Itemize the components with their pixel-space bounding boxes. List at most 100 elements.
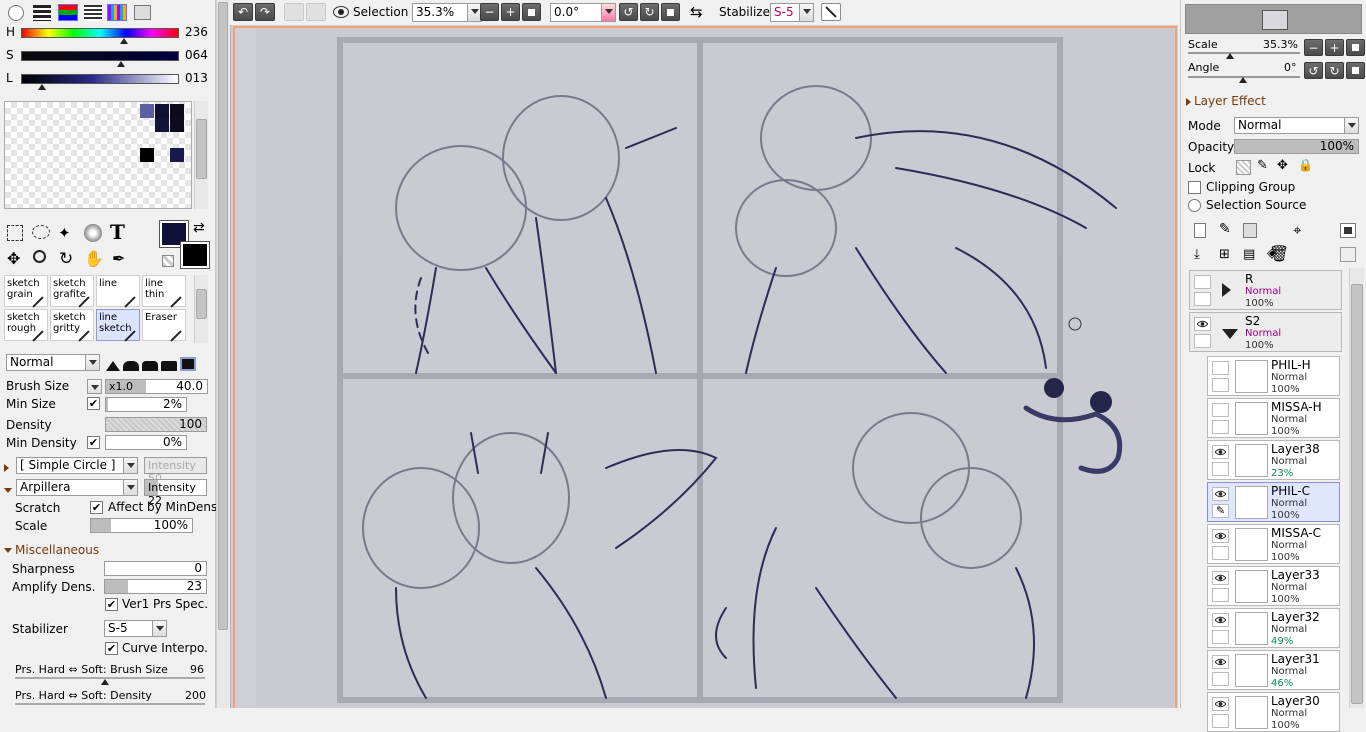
layer-visibility-toggle[interactable] bbox=[1194, 275, 1211, 289]
color-mix-mode-icon[interactable] bbox=[84, 5, 102, 21]
min-density-checkbox[interactable]: ✔ bbox=[87, 436, 100, 449]
swatch[interactable] bbox=[170, 148, 184, 162]
tip-shape-icon[interactable] bbox=[106, 361, 120, 371]
layer-item[interactable]: Layer32 Normal 49% bbox=[1207, 608, 1340, 648]
layer-folder[interactable]: S2 Normal 100% bbox=[1189, 312, 1342, 352]
lock-paint-icon[interactable]: ✎ bbox=[1257, 158, 1268, 173]
ver1-prs-checkbox[interactable]: ✔ bbox=[105, 598, 118, 611]
texture-select[interactable]: Arpillera bbox=[16, 479, 138, 496]
scratchpad-mode-icon[interactable] bbox=[134, 5, 151, 20]
swatch[interactable] bbox=[155, 104, 169, 118]
nav-angle-thumb[interactable] bbox=[1239, 77, 1247, 83]
sharpness-slider[interactable]: 0 bbox=[104, 561, 207, 576]
lock-move-icon[interactable]: ✥ bbox=[1277, 158, 1288, 173]
bucket-tool-icon[interactable] bbox=[84, 224, 102, 242]
shape-intensity-slider[interactable]: Intensity 50 bbox=[144, 457, 207, 485]
lightness-slider[interactable] bbox=[21, 74, 179, 84]
brush-slot[interactable]: sketch grain bbox=[4, 275, 48, 308]
clear-layer-icon[interactable]: ▤ bbox=[1243, 247, 1255, 262]
layer-visibility-toggle[interactable] bbox=[1212, 487, 1229, 501]
brush-slot[interactable]: sketch rough bbox=[4, 309, 48, 342]
lasso-tool-icon[interactable] bbox=[32, 225, 50, 239]
lock-transparency-icon[interactable] bbox=[1236, 160, 1251, 175]
rotate-ccw-button[interactable]: ↺ bbox=[619, 3, 638, 21]
transparent-color-icon[interactable] bbox=[162, 255, 174, 267]
zoom-select[interactable]: 35.3% bbox=[412, 3, 482, 22]
magic-wand-tool-icon[interactable]: ✦ bbox=[58, 224, 71, 242]
swatch-grid[interactable] bbox=[4, 101, 192, 209]
layer-lock-toggle[interactable] bbox=[1212, 462, 1229, 476]
layer-mask-icon[interactable] bbox=[1340, 223, 1356, 238]
zoom-out-button[interactable]: − bbox=[480, 3, 499, 21]
nav-zoom-reset-button[interactable] bbox=[1346, 39, 1365, 56]
stabilizer-select[interactable]: S-5 bbox=[104, 620, 167, 637]
swatch[interactable] bbox=[170, 118, 184, 132]
new-layer-folder-icon[interactable] bbox=[1243, 223, 1257, 238]
layer-item[interactable]: MISSA-H Normal 100% bbox=[1207, 398, 1340, 438]
zoom-reset-button[interactable] bbox=[522, 3, 541, 21]
nav-rotate-cw-button[interactable]: ↻ bbox=[1325, 62, 1344, 79]
layer-visibility-toggle[interactable] bbox=[1194, 317, 1211, 331]
brush-shape-select[interactable]: [ Simple Circle ] bbox=[16, 457, 138, 474]
nav-scale-slider[interactable] bbox=[1188, 52, 1300, 54]
rotate-reset-button[interactable] bbox=[661, 3, 680, 21]
left-panel-scrollbar-thumb[interactable] bbox=[218, 2, 228, 630]
rgb-slider-mode-icon[interactable] bbox=[33, 5, 51, 21]
amplify-density-slider[interactable]: 23 bbox=[104, 579, 207, 594]
move-tool-icon[interactable]: ✥ bbox=[7, 249, 20, 268]
brush-tip-shapes[interactable] bbox=[106, 354, 208, 371]
swatch[interactable] bbox=[140, 104, 154, 118]
rect-select-tool-icon[interactable] bbox=[7, 225, 23, 241]
nav-scale-thumb[interactable] bbox=[1226, 53, 1234, 59]
new-linework-layer-icon[interactable]: ✎ bbox=[1219, 221, 1231, 237]
brush-scrollbar[interactable] bbox=[194, 275, 208, 343]
brush-size-slider[interactable]: x1.0 40.0 bbox=[105, 379, 208, 394]
nav-zoom-out-button[interactable]: − bbox=[1304, 39, 1323, 56]
misc-section-title[interactable]: Miscellaneous bbox=[4, 543, 99, 557]
prs-size-slider-thumb[interactable] bbox=[101, 679, 109, 685]
nav-rotate-ccw-button[interactable]: ↺ bbox=[1304, 62, 1323, 79]
canvas-area[interactable] bbox=[230, 25, 1178, 708]
prs-size-slider[interactable] bbox=[15, 677, 205, 679]
layer-lock-toggle[interactable] bbox=[1212, 546, 1229, 560]
trash-icon[interactable]: 🗑 bbox=[1269, 244, 1289, 263]
brush-scrollbar-thumb[interactable] bbox=[196, 289, 207, 319]
layer-item[interactable]: Layer38 Normal 23% bbox=[1207, 440, 1340, 480]
merge-down-icon[interactable]: ⊞ bbox=[1219, 247, 1230, 262]
layer-visibility-toggle[interactable] bbox=[1212, 361, 1229, 375]
swatch-scrollbar[interactable] bbox=[194, 101, 208, 209]
swatch[interactable] bbox=[170, 104, 184, 118]
brush-slot[interactable]: sketch grafite bbox=[50, 275, 94, 308]
clipping-group-checkbox[interactable] bbox=[1188, 181, 1201, 194]
layer-item[interactable]: Layer31 Normal 46% bbox=[1207, 650, 1340, 690]
hand-tool-icon[interactable]: ✋ bbox=[84, 249, 104, 268]
selection-eye-icon[interactable] bbox=[333, 6, 349, 18]
saturation-slider[interactable] bbox=[21, 51, 179, 61]
undo-button[interactable]: ↶ bbox=[233, 3, 253, 21]
layer-lock-toggle[interactable] bbox=[1212, 378, 1229, 392]
layer-visibility-toggle[interactable] bbox=[1212, 613, 1229, 627]
sub-color[interactable] bbox=[180, 241, 210, 269]
layer-visibility-toggle[interactable] bbox=[1212, 697, 1229, 711]
hue-slider[interactable] bbox=[21, 28, 179, 38]
swatch[interactable] bbox=[155, 118, 169, 132]
min-density-slider[interactable]: 0% bbox=[105, 435, 187, 450]
transfer-down-icon[interactable]: ⤓ bbox=[1194, 247, 1200, 262]
density-slider[interactable]: 100 bbox=[105, 417, 207, 432]
deselect-button[interactable] bbox=[284, 3, 304, 21]
layer-lock-toggle[interactable]: ✎ bbox=[1212, 504, 1229, 518]
tip-shape-icon[interactable] bbox=[161, 361, 177, 371]
selection-source-radio[interactable] bbox=[1188, 199, 1201, 212]
blend-mode-select[interactable]: Normal bbox=[6, 354, 100, 371]
texture-intensity-slider[interactable]: Intensity 22 bbox=[144, 479, 207, 507]
stabilizer-toolbar-select[interactable]: S-5 bbox=[770, 3, 814, 22]
texture-scale-slider[interactable]: 100% bbox=[90, 518, 193, 533]
layer-visibility-toggle[interactable] bbox=[1212, 655, 1229, 669]
layer-lock-toggle[interactable] bbox=[1212, 714, 1229, 728]
layer-mode-select[interactable]: Normal bbox=[1234, 117, 1359, 134]
layer-folder[interactable]: R Normal 100% bbox=[1189, 270, 1342, 310]
layer-lock-toggle[interactable] bbox=[1212, 420, 1229, 434]
flip-horizontal-icon[interactable]: ⇆ bbox=[690, 3, 703, 21]
zoom-in-button[interactable]: + bbox=[501, 3, 520, 21]
nav-rotate-reset-button[interactable] bbox=[1346, 62, 1365, 79]
